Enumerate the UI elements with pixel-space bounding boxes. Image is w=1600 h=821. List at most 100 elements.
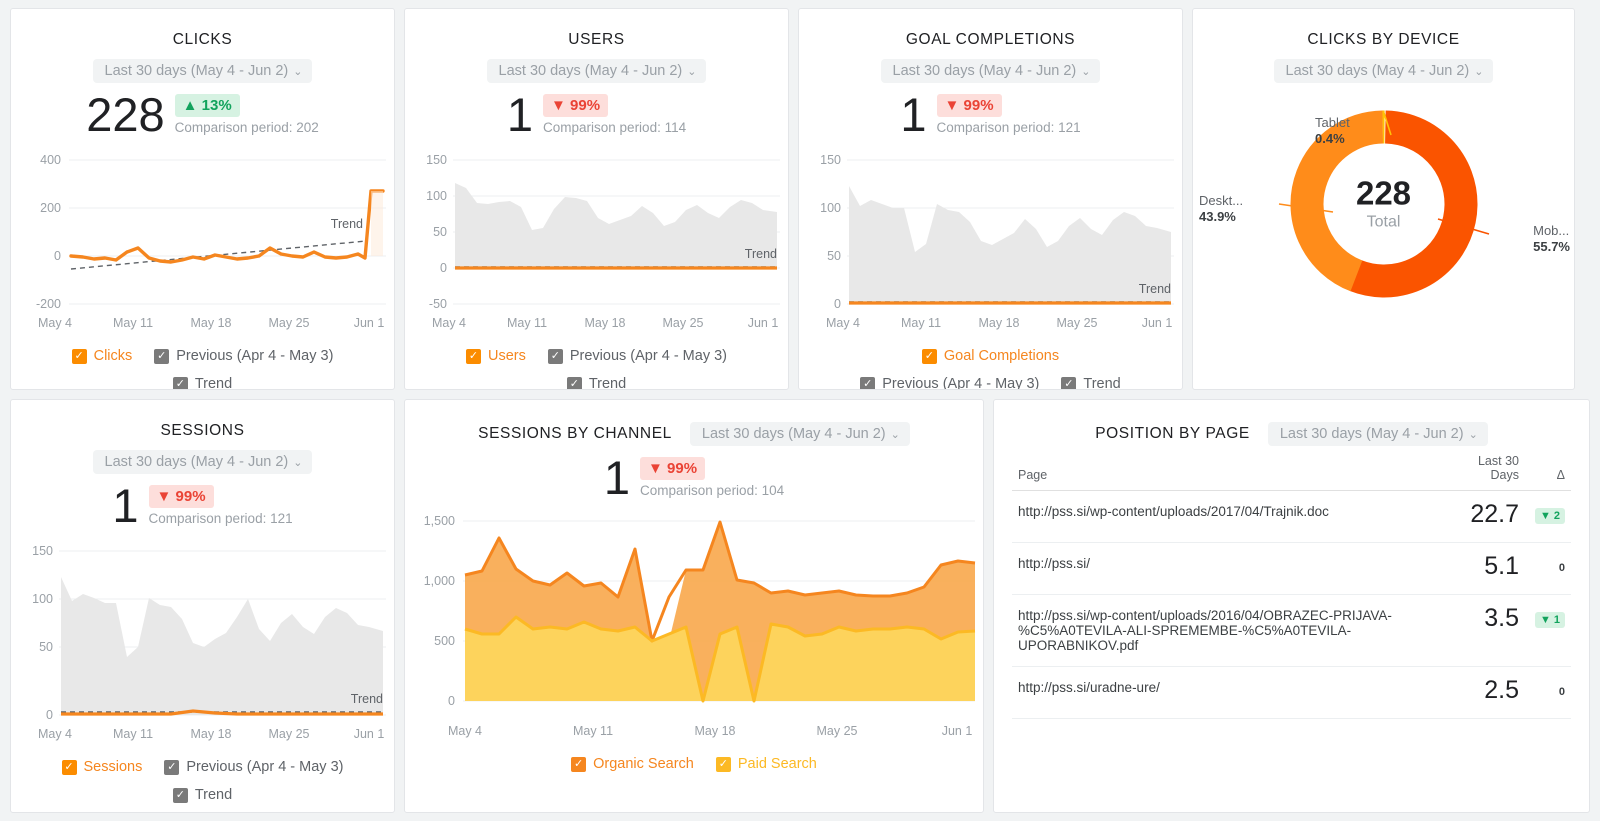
table-row[interactable]: http://pss.si/wp-content/uploads/2016/04… (1012, 594, 1571, 667)
slice-name: Tablet (1315, 115, 1350, 130)
donut-total-value: 228 (1355, 174, 1412, 212)
svg-text:May 4: May 4 (432, 316, 466, 330)
checkbox-icon[interactable]: ✓ (154, 348, 170, 364)
checkbox-icon[interactable]: ✓ (61, 759, 77, 775)
checkbox-icon[interactable]: ✓ (172, 787, 188, 803)
legend-item-previous[interactable]: ✓ Previous (Apr 4 - May 3) (164, 759, 343, 775)
legend-item-clicks[interactable]: ✓ Clicks (71, 348, 133, 364)
cell-delta: 0 (1525, 666, 1571, 719)
checkbox-icon[interactable]: ✓ (571, 756, 587, 772)
checkbox-icon[interactable]: ✓ (715, 756, 731, 772)
svg-text:May 18: May 18 (695, 724, 736, 738)
legend-sessions-by-channel: ✓ Organic Search ✓ Paid Search (405, 756, 983, 772)
card-title-clicks: CLICKS (172, 31, 233, 48)
status-badge: ▼ 99% (936, 94, 1002, 117)
legend-item-organic-search[interactable]: ✓ Organic Search (571, 756, 694, 772)
column-header-delta[interactable]: Δ (1525, 446, 1571, 491)
checkbox-icon[interactable]: ✓ (547, 348, 563, 364)
comparison-text: Comparison period: 104 (640, 483, 785, 498)
card-title-clicks-by-device: CLICKS BY DEVICE (1307, 31, 1460, 48)
svg-text:100: 100 (426, 189, 447, 203)
donut-center-label: 228 Total (1356, 177, 1411, 232)
legend-item-trend[interactable]: ✓ Trend (1061, 376, 1121, 390)
svg-text:150: 150 (820, 153, 841, 167)
slice-name: Mob... (1533, 223, 1570, 238)
date-range-selector-goal-completions[interactable]: Last 30 days (May 4 - Jun 2) ⌄ (880, 59, 1101, 83)
svg-text:200: 200 (40, 201, 61, 215)
legend-label: Trend (1083, 376, 1121, 390)
legend-item-previous[interactable]: ✓ Previous (Apr 4 - May 3) (154, 348, 333, 364)
card-title-users: USERS (568, 31, 625, 48)
svg-text:Trend: Trend (331, 217, 363, 231)
chart-users: 150 100 50 0 -50 Trend May 4 May 11 May … (405, 138, 788, 339)
delta-zero: 0 (1558, 686, 1565, 698)
date-range-selector-users[interactable]: Last 30 days (May 4 - Jun 2) ⌄ (486, 59, 707, 83)
header-line-1: Last 30 (1477, 454, 1519, 468)
checkbox-icon[interactable]: ✓ (921, 348, 937, 364)
column-header-last-30-days[interactable]: Last 30 Days (1464, 446, 1525, 491)
date-range-selector-position-by-page[interactable]: Last 30 days (May 4 - Jun 2) ⌄ (1267, 422, 1488, 446)
legend-item-trend[interactable]: ✓ Trend (172, 787, 232, 803)
date-range-selector-sessions-by-channel[interactable]: Last 30 days (May 4 - Jun 2) ⌄ (689, 422, 910, 446)
kpi-value: 228 (86, 88, 165, 141)
chevron-down-icon: ⌄ (1081, 65, 1091, 78)
cell-page[interactable]: http://pss.si/ (1012, 542, 1465, 595)
kpi-value: 1 (506, 88, 534, 141)
legend-item-trend[interactable]: ✓ Trend (566, 376, 626, 389)
table-row[interactable]: http://pss.si/ 5.1 0 (1012, 542, 1571, 595)
legend-label: Trend (194, 376, 233, 390)
svg-text:May 4: May 4 (826, 316, 860, 330)
dashboard-row-bottom: SESSIONS Last 30 days (May 4 - Jun 2) ⌄ … (10, 399, 1590, 813)
svg-text:0: 0 (440, 261, 447, 275)
checkbox-icon[interactable]: ✓ (172, 376, 188, 389)
svg-text:50: 50 (827, 249, 841, 263)
card-goal-completions: GOAL COMPLETIONS Last 30 days (May 4 - J… (798, 8, 1183, 390)
date-range-selector-sessions[interactable]: Last 30 days (May 4 - Jun 2) ⌄ (92, 450, 313, 474)
legend-item-previous[interactable]: ✓ Previous (Apr 4 - May 3) (860, 376, 1039, 389)
chart-sessions-by-channel: 1,500 1,000 500 0 May 4 May 11 May 18 Ma… (405, 501, 983, 747)
date-range-label: Last 30 days (May 4 - Jun 2) (1279, 426, 1464, 442)
checkbox-icon[interactable]: ✓ (860, 376, 876, 389)
comparison-text: Comparison period: 121 (936, 120, 1081, 135)
cell-delta: ▼ 1 (1525, 594, 1571, 667)
donut-label-mobile: Mob... 55.7% (1533, 223, 1570, 256)
svg-text:May 25: May 25 (269, 727, 310, 741)
legend-label: Previous (Apr 4 - May 3) (569, 348, 727, 364)
checkbox-icon[interactable]: ✓ (566, 376, 582, 389)
date-range-selector-clicks-by-device[interactable]: Last 30 days (May 4 - Jun 2) ⌄ (1273, 59, 1494, 83)
checkbox-icon[interactable]: ✓ (164, 759, 180, 775)
checkbox-icon[interactable]: ✓ (71, 348, 87, 364)
kpi-sessions-by-channel: 1 ▼ 99% Comparison period: 104 (405, 454, 983, 501)
checkbox-icon[interactable]: ✓ (1061, 376, 1077, 389)
card-title-sessions: SESSIONS (160, 422, 245, 439)
svg-text:1,500: 1,500 (424, 514, 455, 528)
svg-text:150: 150 (32, 544, 53, 558)
legend-label: Clicks (93, 348, 133, 364)
card-sessions: SESSIONS Last 30 days (May 4 - Jun 2) ⌄ … (10, 399, 395, 813)
table-row[interactable]: http://pss.si/uradne-ure/ 2.5 0 (1012, 666, 1571, 719)
svg-text:0: 0 (834, 297, 841, 311)
kpi-value: 1 (603, 451, 631, 504)
legend-item-sessions[interactable]: ✓ Sessions (61, 759, 143, 775)
table-row[interactable]: http://pss.si/wp-content/uploads/2017/04… (1012, 490, 1571, 543)
dashboard-row-top: CLICKS Last 30 days (May 4 - Jun 2) ⌄ 22… (10, 8, 1590, 390)
date-range-selector-clicks[interactable]: Last 30 days (May 4 - Jun 2) ⌄ (92, 59, 313, 83)
cell-page[interactable]: http://pss.si/wp-content/uploads/2017/04… (1012, 490, 1465, 543)
legend-item-trend[interactable]: ✓ Trend (172, 376, 233, 390)
legend-label: Sessions (83, 759, 143, 775)
column-header-page[interactable]: Page (1012, 446, 1465, 491)
card-title-position-by-page: POSITION BY PAGE (1095, 425, 1250, 442)
legend-item-goal-completions[interactable]: ✓ Goal Completions (921, 348, 1059, 364)
chart-clicks: 400 200 0 -200 Trend May 4 May 11 May 18… (11, 138, 394, 339)
slice-pct: 55.7% (1533, 239, 1570, 255)
svg-text:May 11: May 11 (901, 316, 941, 330)
cell-page[interactable]: http://pss.si/uradne-ure/ (1012, 666, 1465, 719)
legend-item-paid-search[interactable]: ✓ Paid Search (715, 756, 817, 772)
svg-text:0: 0 (46, 708, 53, 722)
legend-item-previous[interactable]: ✓ Previous (Apr 4 - May 3) (547, 348, 727, 364)
legend-item-users[interactable]: ✓ Users (465, 348, 526, 364)
delta-zero: 0 (1558, 562, 1565, 574)
clicks-x-axis: May 4 May 11 May 18 May 25 Jun 1 (38, 316, 384, 330)
cell-page[interactable]: http://pss.si/wp-content/uploads/2016/04… (1012, 594, 1465, 667)
checkbox-icon[interactable]: ✓ (465, 348, 481, 364)
